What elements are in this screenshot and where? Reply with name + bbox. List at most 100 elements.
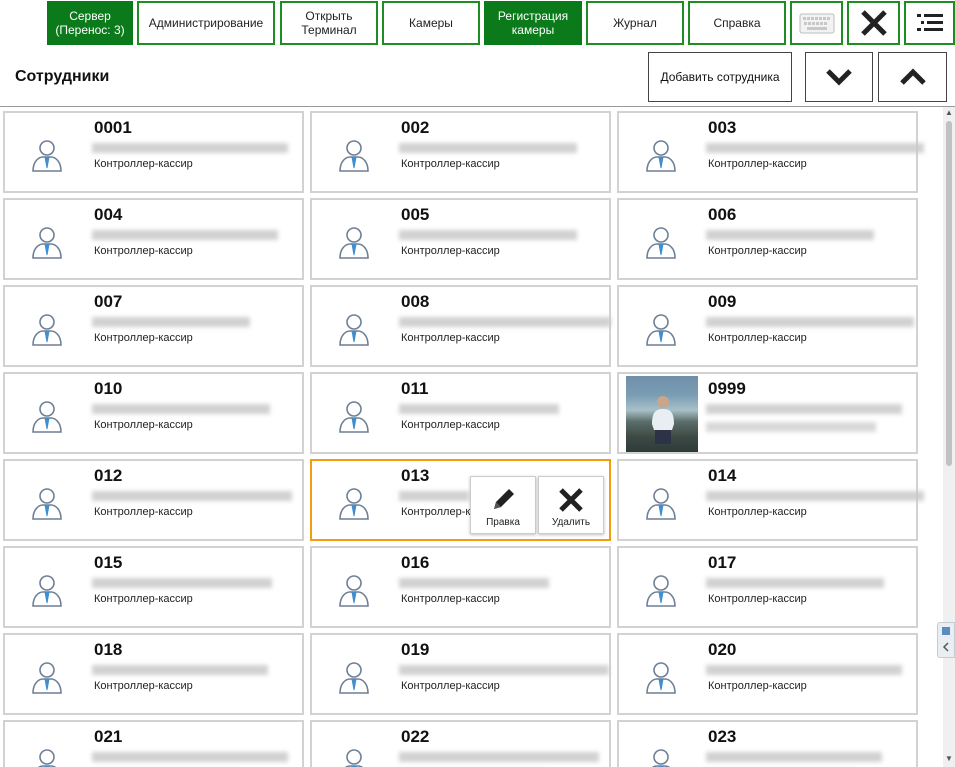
employee-code: 007 [94, 292, 123, 311]
camera-registration-button[interactable]: Регистрация камеры [484, 1, 582, 45]
employee-card[interactable]: 011 Контроллер-кассир [310, 372, 611, 454]
user-avatar-icon [643, 311, 679, 347]
scroll-down-button[interactable] [805, 52, 873, 102]
side-panel-tab[interactable] [937, 622, 955, 658]
employee-card[interactable]: 004 Контроллер-кассир [3, 198, 304, 280]
employee-card[interactable]: 021 [3, 720, 304, 767]
user-avatar-icon [29, 137, 65, 173]
employee-role: Контроллер-кассир [94, 593, 193, 605]
employee-role: Контроллер-кассир [708, 245, 807, 257]
close-button[interactable] [847, 1, 900, 45]
employee-role: Контроллер-кассир [708, 593, 807, 605]
user-avatar-icon [336, 224, 372, 260]
employee-name-redacted [399, 230, 577, 240]
employee-card[interactable]: 005 Контроллер-кассир [310, 198, 611, 280]
scrollbar-thumb[interactable] [946, 121, 952, 466]
cameras-button[interactable]: Камеры [382, 1, 480, 45]
close-icon [860, 10, 887, 36]
employee-name-redacted [706, 752, 882, 762]
employee-code: 018 [94, 640, 123, 659]
employee-photo [626, 376, 698, 452]
user-avatar-icon [643, 224, 679, 260]
menu-button[interactable] [904, 1, 955, 45]
employee-code: 002 [401, 118, 430, 137]
user-avatar-icon [29, 485, 65, 521]
administration-button[interactable]: Администрирование [137, 1, 275, 45]
employee-role: Контроллер-кассир [94, 332, 193, 344]
journal-button[interactable]: Журнал [586, 1, 684, 45]
user-avatar-icon [336, 398, 372, 434]
employee-name-redacted [706, 317, 914, 327]
user-avatar-icon [29, 572, 65, 608]
employee-name-redacted [399, 143, 577, 153]
card-actions-popup: Правка Удалить [470, 476, 606, 534]
user-avatar-icon [336, 137, 372, 173]
employee-card[interactable]: 012 Контроллер-кассир [3, 459, 304, 541]
employee-code: 020 [708, 640, 737, 659]
employee-card[interactable]: 015 Контроллер-кассир [3, 546, 304, 628]
scroll-up-button[interactable] [878, 52, 947, 102]
employee-card[interactable]: 020 Контроллер-кассир [617, 633, 918, 715]
employee-role: Контроллер-кассир [401, 419, 500, 431]
employee-role: Контроллер-кассир [94, 506, 193, 518]
help-button[interactable]: Справка [688, 1, 786, 45]
employee-code: 023 [708, 727, 737, 746]
employee-card[interactable]: 0001 Контроллер-кассир [3, 111, 304, 193]
employee-card[interactable]: 023 [617, 720, 918, 767]
employee-code: 006 [708, 205, 737, 224]
employee-role: Контроллер-кассир [708, 680, 807, 692]
employee-code: 0999 [708, 379, 746, 398]
employee-grid: 0001 Контроллер-кассир 002 Контроллер-касси… [0, 107, 942, 767]
employee-card[interactable]: 007 Контроллер-кассир [3, 285, 304, 367]
scroll-down-arrow-icon[interactable]: ▼ [945, 755, 953, 763]
employee-card[interactable]: 014 Контроллер-кассир [617, 459, 924, 541]
employee-name-redacted [399, 404, 559, 414]
employee-name-redacted [399, 491, 469, 501]
user-avatar-icon [29, 224, 65, 260]
employee-code: 004 [94, 205, 123, 224]
employee-card[interactable]: 018 Контроллер-кассир [3, 633, 304, 715]
employee-card[interactable]: 022 [310, 720, 611, 767]
user-avatar-icon [643, 572, 679, 608]
employee-card[interactable]: 016 Контроллер-кассир [310, 546, 611, 628]
employee-name-redacted [706, 491, 924, 501]
user-avatar-icon [336, 659, 372, 695]
employee-role: Контроллер-кассир [401, 332, 500, 344]
employee-code: 019 [401, 640, 430, 659]
employee-name-redacted [92, 230, 278, 240]
edit-employee-button[interactable]: Правка [470, 476, 536, 534]
employee-card[interactable]: 006 Контроллер-кассир [617, 198, 918, 280]
scroll-up-arrow-icon[interactable]: ▲ [945, 109, 953, 117]
keyboard-button[interactable] [790, 1, 843, 45]
chevron-down-icon [826, 69, 852, 86]
employee-card[interactable]: 008 Контроллер-кассир [310, 285, 611, 367]
employee-code: 014 [708, 466, 737, 485]
employee-card[interactable]: 003 Контроллер-кассир [617, 111, 924, 193]
employee-role: Контроллер-кассир [94, 680, 193, 692]
open-terminal-button[interactable]: Открыть Терминал [280, 1, 378, 45]
employee-card[interactable]: 009 Контроллер-кассир [617, 285, 918, 367]
employee-code: 009 [708, 292, 737, 311]
employee-name-redacted [92, 317, 250, 327]
add-employee-button[interactable]: Добавить сотрудника [648, 52, 792, 102]
server-status-button[interactable]: Сервер (Перенос: 3) [47, 1, 133, 45]
employee-role: Контроллер-кассир [401, 680, 500, 692]
employee-code: 017 [708, 553, 737, 572]
employee-code: 013 [401, 466, 430, 485]
employee-card[interactable]: 019 Контроллер-кассир [310, 633, 611, 715]
user-avatar-icon [643, 485, 679, 521]
employee-card[interactable]: 002 Контроллер-кассир [310, 111, 611, 193]
employee-code: 003 [708, 118, 737, 137]
employee-card[interactable]: 017 Контроллер-кассир [617, 546, 918, 628]
employee-role: Контроллер-кассир [401, 245, 500, 257]
vertical-scrollbar[interactable]: ▲ ▼ [943, 107, 955, 767]
keyboard-icon [799, 13, 834, 34]
employee-role: Контроллер-кассир [94, 158, 193, 170]
user-avatar-icon [29, 746, 65, 767]
employee-card[interactable]: 0999 [617, 372, 918, 454]
user-avatar-icon [336, 311, 372, 347]
delete-employee-button[interactable]: Удалить [538, 476, 604, 534]
employee-code: 021 [94, 727, 123, 746]
employee-card[interactable]: 010 Контроллер-кассир [3, 372, 304, 454]
employee-name-redacted [399, 665, 609, 675]
